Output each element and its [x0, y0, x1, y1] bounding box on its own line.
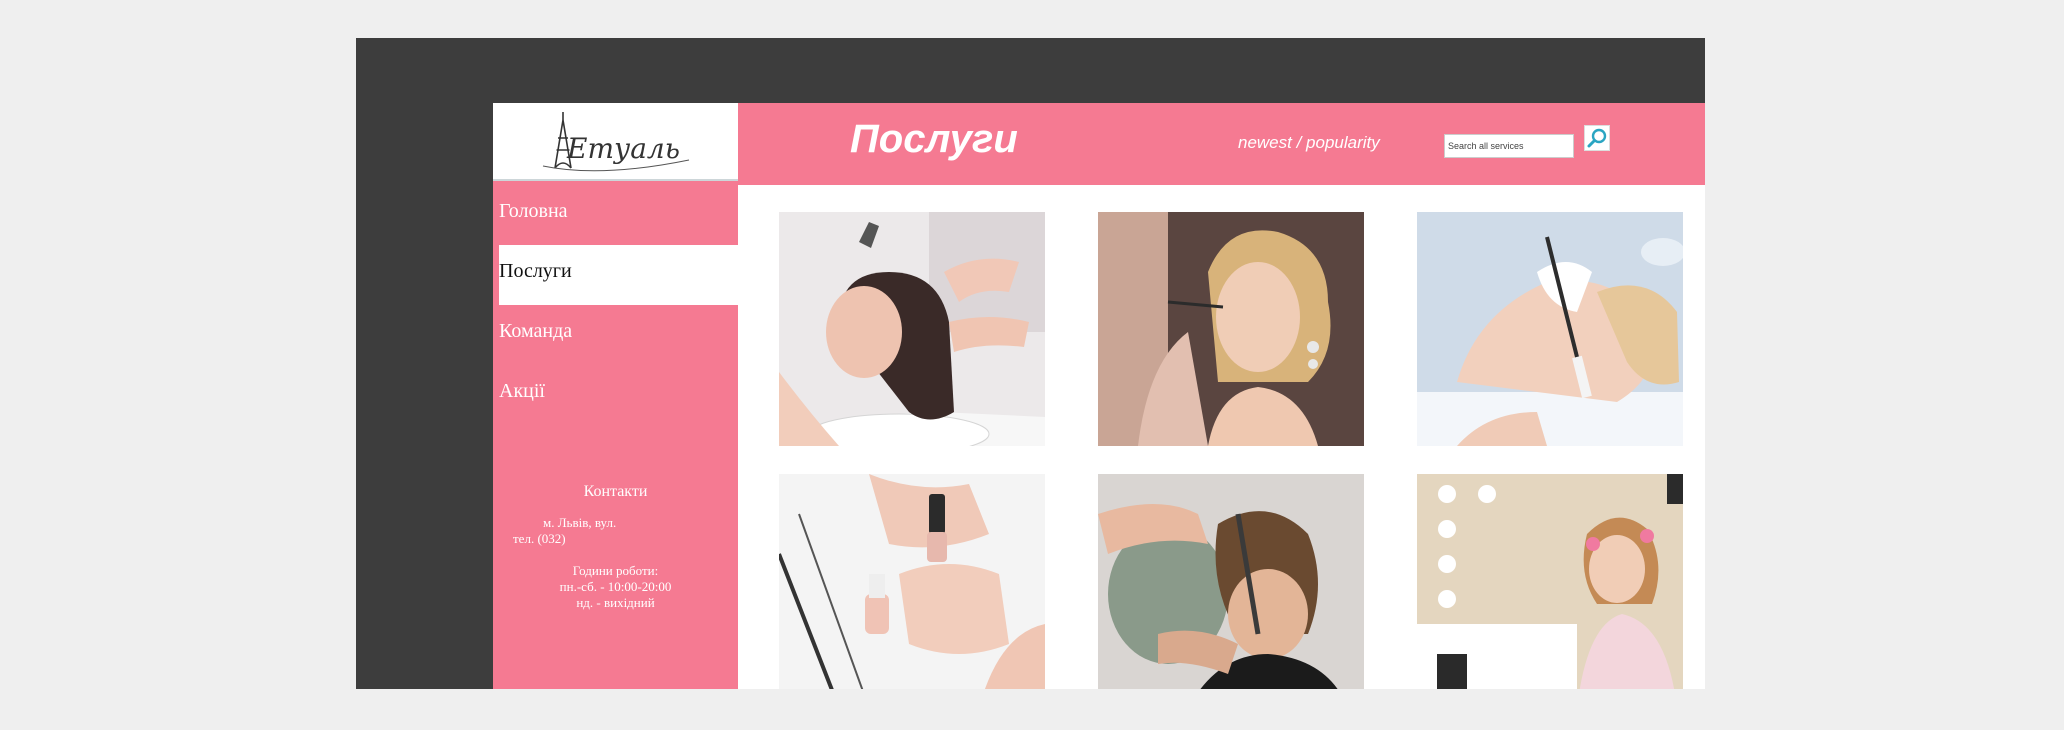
manicure-photo-icon — [779, 474, 1045, 689]
page-frame: Етуаль Головна Послуги Команда Акції Кон… — [356, 38, 1705, 689]
nav-item-team[interactable]: Команда — [499, 305, 738, 365]
logo-text: Етуаль — [566, 132, 680, 165]
sort-options: newest / popularity — [1238, 133, 1380, 153]
nav-item-label: Головна — [499, 200, 568, 222]
site-container: Етуаль Головна Послуги Команда Акції Кон… — [493, 103, 1705, 689]
eiffel-tower-logo-icon: Етуаль — [542, 112, 689, 172]
service-tile-facial[interactable] — [1417, 212, 1683, 446]
service-tile-haircut[interactable] — [1098, 474, 1364, 689]
contacts-block: Контакти м. Львів, вул. тел. (032) Годин… — [493, 483, 738, 611]
nav-item-services[interactable]: Послуги — [499, 245, 738, 305]
kids-beauty-photo-icon — [1417, 474, 1683, 689]
service-tile-kids[interactable] — [1417, 474, 1683, 689]
sort-separator: / — [1291, 133, 1307, 152]
service-tile-manicure[interactable] — [779, 474, 1045, 689]
hours-title: Години роботи: — [572, 563, 659, 578]
nav-item-label: Акції — [499, 380, 545, 402]
search-icon — [1587, 128, 1607, 148]
nav-item-promotions[interactable]: Акції — [499, 365, 738, 425]
sidebar: Етуаль Головна Послуги Команда Акції Кон… — [493, 103, 738, 689]
contacts-phone: тел. (032) — [513, 531, 566, 546]
service-tile-hair-wash[interactable] — [779, 212, 1045, 446]
haircut-photo-icon — [1098, 474, 1364, 689]
sort-popularity-link[interactable]: popularity — [1306, 133, 1380, 152]
service-tile-makeup[interactable] — [1098, 212, 1364, 446]
search-button[interactable] — [1584, 125, 1610, 151]
makeup-photo-icon — [1098, 212, 1364, 446]
hair-wash-photo-icon — [779, 212, 1045, 446]
nav-item-label: Послуги — [499, 260, 572, 282]
sidebar-nav: Головна Послуги Команда Акції — [499, 185, 738, 425]
facial-mask-photo-icon — [1417, 212, 1683, 446]
search-input[interactable] — [1444, 134, 1574, 158]
hours-weekdays: пн.-сб. - 10:00-20:00 — [559, 579, 672, 594]
header-bar: Послуги newest / popularity — [738, 103, 1705, 185]
nav-item-label: Команда — [499, 320, 573, 342]
contacts-title: Контакти — [583, 483, 648, 500]
logo[interactable]: Етуаль — [493, 103, 738, 181]
contacts-address: м. Львів, вул. — [543, 515, 617, 530]
nav-item-home[interactable]: Головна — [499, 185, 738, 245]
sort-newest-link[interactable]: newest — [1238, 133, 1292, 152]
hours-sunday: нд. - вихідний — [576, 595, 655, 610]
page-title: Послуги — [850, 117, 1018, 161]
